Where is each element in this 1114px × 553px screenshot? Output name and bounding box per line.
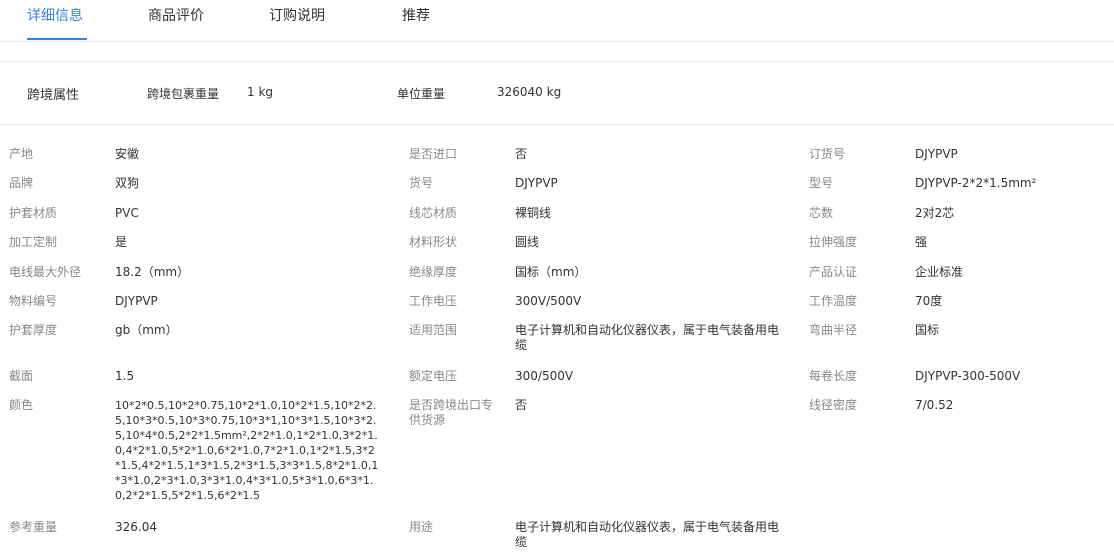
attr-label: 是否跨境出口专供货源 xyxy=(409,398,494,427)
attr-value: 300/500V xyxy=(515,369,574,383)
attr-value: 2对2芯 xyxy=(915,206,955,220)
attr-label: 每卷长度 xyxy=(809,369,858,383)
attr-label: 物料编号 xyxy=(9,294,58,308)
attr-label: 护套材质 xyxy=(9,206,58,220)
tab-reviews[interactable]: 商品评价 xyxy=(148,7,204,25)
attr-label: 线径密度 xyxy=(809,398,858,412)
attr-label: 绝缘厚度 xyxy=(409,265,458,279)
attr-value: DJYPVP-300-500V xyxy=(915,369,1021,383)
attr-value: PVC xyxy=(115,206,139,220)
attr-label: 产品认证 xyxy=(809,265,858,279)
attr-value: 是 xyxy=(115,235,128,249)
active-tab-indicator xyxy=(27,38,87,40)
attr-value: DJYPVP xyxy=(915,147,958,161)
attr-value: 企业标准 xyxy=(915,265,964,279)
attr-value: 否 xyxy=(515,147,528,161)
tab-order-info[interactable]: 订购说明 xyxy=(269,7,325,25)
attr-value: gb（mm） xyxy=(115,323,178,337)
attr-value: 裸铜线 xyxy=(515,206,552,220)
attr-label: 货号 xyxy=(409,176,434,190)
attr-label: 品牌 xyxy=(9,176,34,190)
tab-bar: 详细信息 商品评价 订购说明 推荐 xyxy=(0,0,1114,42)
attr-value: 300V/500V xyxy=(515,294,582,308)
attr-label: 材料形状 xyxy=(409,235,458,249)
package-weight-value: 1 kg xyxy=(247,85,274,99)
attr-value: 双狗 xyxy=(115,176,140,190)
tab-recommend[interactable]: 推荐 xyxy=(402,7,430,25)
attr-label: 加工定制 xyxy=(9,235,58,249)
attr-value: 电子计算机和自动化仪器仪表，属于电气装备用电缆 xyxy=(515,323,780,352)
attr-label: 工作电压 xyxy=(409,294,458,308)
attr-value: 326.04 xyxy=(115,520,157,534)
attr-label: 工作温度 xyxy=(809,294,858,308)
unit-weight-value: 326040 kg xyxy=(497,85,562,99)
package-weight-label: 跨境包裹重量 xyxy=(147,87,220,101)
cross-border-title: 跨境属性 xyxy=(27,88,80,103)
attr-value: DJYPVP xyxy=(515,176,558,190)
attr-value: DJYPVP-2*2*1.5mm² xyxy=(915,176,1037,190)
attr-label: 截面 xyxy=(9,369,34,383)
attr-label: 电线最大外径 xyxy=(9,265,82,279)
attr-label: 弯曲半径 xyxy=(809,323,858,337)
attr-label: 额定电压 xyxy=(409,369,458,383)
attr-label: 用途 xyxy=(409,520,434,534)
attr-value: 7/0.52 xyxy=(915,398,954,412)
attr-label: 芯数 xyxy=(809,206,834,220)
attr-label: 参考重量 xyxy=(9,520,58,534)
attr-value: DJYPVP xyxy=(115,294,158,308)
attr-value: 70度 xyxy=(915,294,943,308)
attr-label: 拉伸强度 xyxy=(809,235,858,249)
attr-value: 强 xyxy=(915,235,928,249)
attr-value: 电子计算机和自动化仪器仪表，属于电气装备用电缆 xyxy=(515,520,780,549)
tab-details[interactable]: 详细信息 xyxy=(27,7,83,25)
attr-label: 是否进口 xyxy=(409,147,458,161)
attr-value: 18.2（mm） xyxy=(115,265,190,279)
attr-label: 护套厚度 xyxy=(9,323,58,337)
attr-label: 适用范围 xyxy=(409,323,458,337)
attr-value: 安徽 xyxy=(115,147,140,161)
attr-label: 产地 xyxy=(9,147,34,161)
attr-value: 否 xyxy=(515,398,528,412)
cross-border-section: 跨境属性 跨境包裹重量 1 kg 单位重量 326040 kg xyxy=(0,61,1114,125)
attr-value: 圆线 xyxy=(515,235,540,249)
attr-value-colors: 10*2*0.5,10*2*0.75,10*2*1.0,10*2*1.5,10*… xyxy=(115,399,379,502)
unit-weight-label: 单位重量 xyxy=(397,87,446,101)
attr-label: 订货号 xyxy=(809,147,846,161)
attr-label: 颜色 xyxy=(9,398,34,412)
attr-value: 国标 xyxy=(915,323,940,337)
attr-value: 国标（mm） xyxy=(515,265,587,279)
attr-value: 1.5 xyxy=(115,369,135,383)
attr-label: 线芯材质 xyxy=(409,206,458,220)
attr-label: 型号 xyxy=(809,176,834,190)
